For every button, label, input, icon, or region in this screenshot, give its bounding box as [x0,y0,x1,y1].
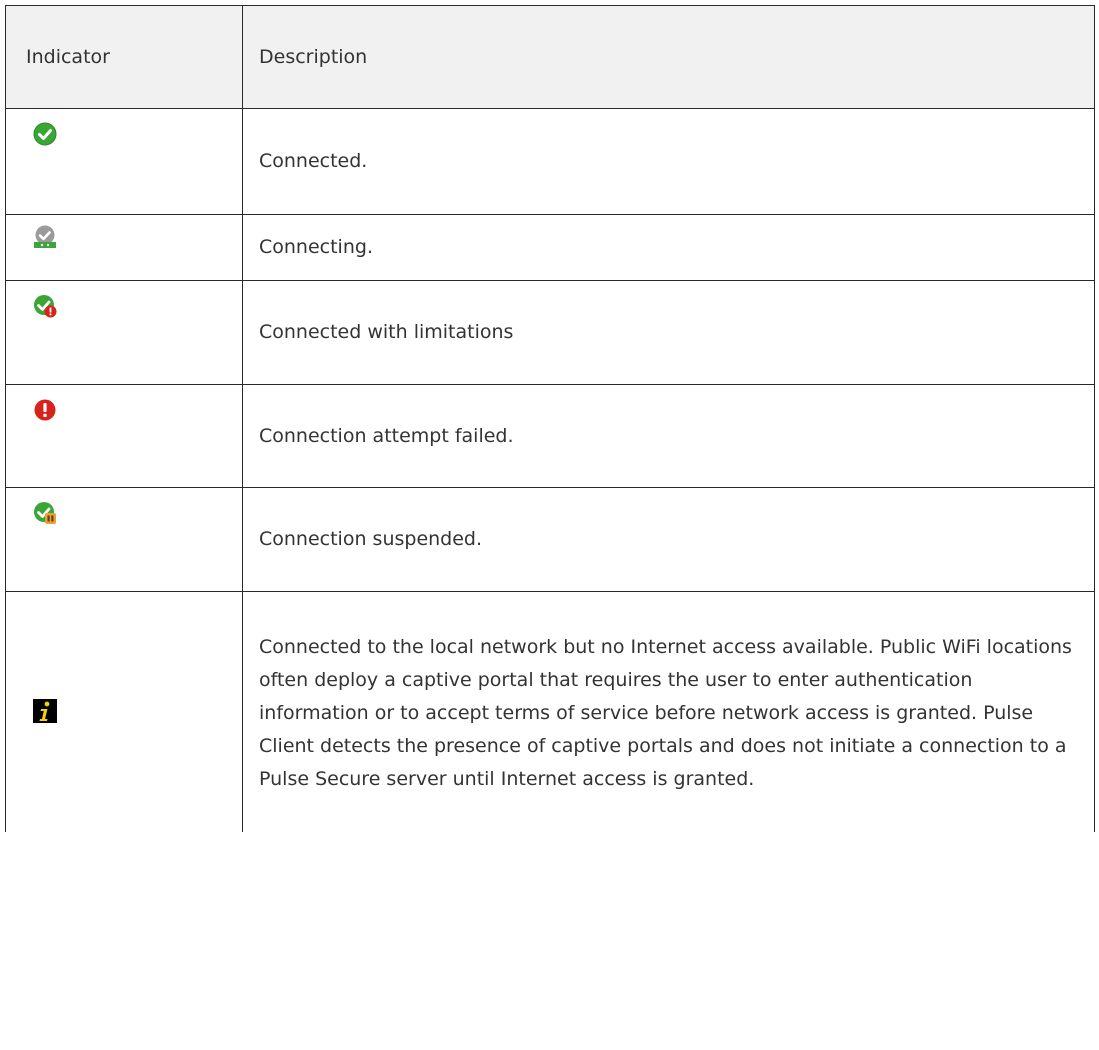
description-column-header: Description [242,5,1095,109]
description-cell: Connection suspended. [242,487,1095,592]
description-cell: Connected to the local network but no In… [242,591,1095,832]
table-row: Connection suspended. [5,487,1095,592]
table-header-row: Indicator Description [5,5,1095,109]
table-row: Connection attempt failed. [5,384,1095,488]
green-check-with-pause-icon [34,502,56,524]
indicator-cell [5,108,243,215]
yellow-info-icon [33,699,57,723]
indicator-cell [5,214,243,281]
table-row: Connecting. [5,214,1095,281]
table-row: Connected to the local network but no In… [5,591,1095,832]
indicator-cell [5,487,243,592]
description-cell: Connected. [242,108,1095,215]
green-check-with-red-alert-icon [34,295,57,318]
green-check-circle-icon [33,122,57,146]
description-cell: Connected with limitations [242,280,1095,385]
table-row: Connected with limitations [5,280,1095,385]
indicator-cell [5,280,243,385]
indicator-column-header: Indicator [5,5,243,109]
gray-check-connecting-icon [34,225,56,248]
indicator-cell [5,384,243,488]
table-row: Connected. [5,108,1095,215]
description-cell: Connection attempt failed. [242,384,1095,488]
indicator-cell [5,591,243,832]
red-exclamation-circle-icon [34,399,56,421]
status-indicator-table: Indicator Description Connected. Connect… [5,5,1095,832]
description-cell: Connecting. [242,214,1095,281]
